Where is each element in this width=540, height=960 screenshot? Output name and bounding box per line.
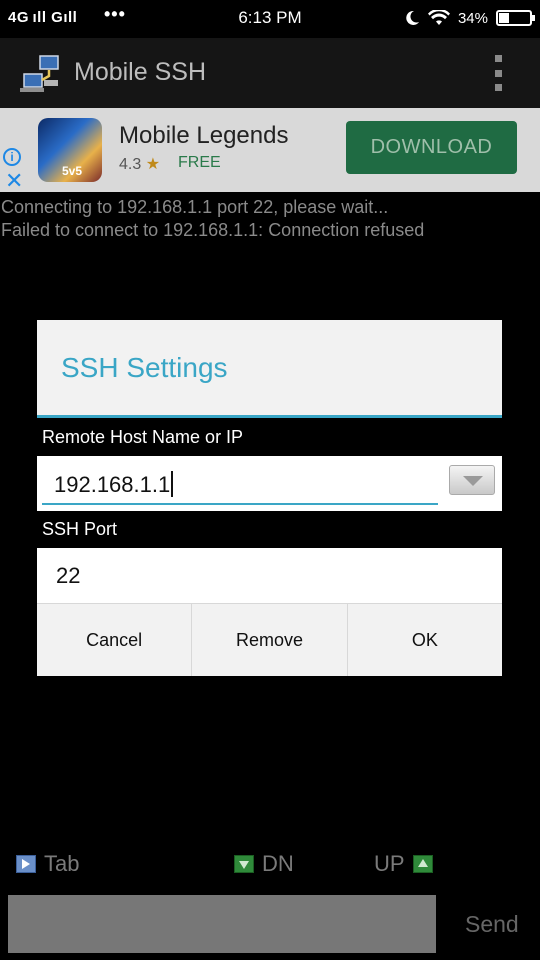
arrow-up-icon	[412, 855, 433, 873]
dialog-body: Remote Host Name or IP 192.168.1.1 SSH P…	[37, 418, 502, 603]
arrow-down-icon	[234, 855, 254, 873]
app-title: Mobile SSH	[74, 58, 206, 86]
port-value: 22	[56, 563, 81, 588]
network-computers-icon	[20, 55, 59, 92]
wifi-icon	[427, 10, 450, 25]
ad-app-name[interactable]: Mobile Legends	[119, 122, 288, 150]
terminal-output: Connecting to 192.168.1.1 port 22, pleas…	[1, 196, 424, 242]
cancel-button[interactable]: Cancel	[37, 604, 193, 676]
battery-level	[499, 13, 510, 23]
ad-rating: 4.3 ★	[119, 154, 160, 174]
command-input[interactable]	[8, 895, 436, 953]
host-dropdown-button[interactable]	[449, 465, 495, 495]
moon-icon	[406, 10, 419, 25]
port-label: SSH Port	[42, 519, 118, 539]
ssh-settings-dialog: SSH Settings Remote Host Name or IP 192.…	[37, 320, 502, 676]
up-key[interactable]: UP	[374, 851, 433, 877]
status-icons: 34%	[404, 7, 535, 29]
log-line: Failed to connect to 192.168.1.1: Connec…	[1, 220, 425, 240]
ad-price: FREE	[178, 154, 221, 171]
ad-rating-value: 4.3	[119, 156, 142, 173]
app-bar: Mobile SSH	[0, 38, 540, 108]
special-keys-bar: Tab DN UP	[0, 848, 540, 882]
ok-button[interactable]: OK	[348, 604, 502, 676]
status-bar: 4G ıll Gıll ••• 6:13 PM 34%	[0, 0, 540, 38]
battery-icon	[496, 10, 535, 26]
log-line: Connecting to 192.168.1.1 port 22, pleas…	[1, 197, 389, 217]
tab-icon	[16, 855, 36, 873]
ad-close-icon[interactable]: ✕	[5, 170, 23, 192]
host-value: 192.168.1.1	[54, 472, 171, 497]
text-caret	[171, 471, 174, 497]
battery-percent: 34%	[457, 9, 488, 27]
dialog-title: SSH Settings	[61, 352, 228, 383]
send-button[interactable]: Send	[465, 911, 519, 938]
dialog-buttons: Cancel Remove OK	[37, 603, 502, 676]
game-app-icon[interactable]: 5v5	[38, 118, 102, 182]
tab-key[interactable]: Tab	[16, 851, 79, 877]
down-key[interactable]: DN	[234, 851, 294, 877]
ad-info-icon[interactable]: i	[3, 148, 21, 166]
host-input[interactable]: 192.168.1.1	[42, 463, 438, 505]
tab-key-label: Tab	[44, 851, 80, 876]
up-key-label: UP	[374, 851, 405, 876]
remove-button[interactable]: Remove	[192, 604, 348, 676]
download-button[interactable]: DOWNLOAD	[346, 121, 517, 174]
down-key-label: DN	[262, 851, 294, 876]
overflow-menu-icon[interactable]	[488, 55, 508, 91]
star-icon: ★	[145, 156, 161, 173]
host-label: Remote Host Name or IP	[42, 427, 244, 447]
game-icon-text: 5v5	[62, 164, 83, 178]
port-input[interactable]: 22	[37, 548, 502, 603]
host-row: 192.168.1.1	[37, 456, 502, 511]
chevron-down-icon	[463, 476, 483, 486]
ad-banner[interactable]: i ✕ 5v5 Mobile Legends 4.3 ★ FREE DOWNLO…	[0, 108, 540, 192]
